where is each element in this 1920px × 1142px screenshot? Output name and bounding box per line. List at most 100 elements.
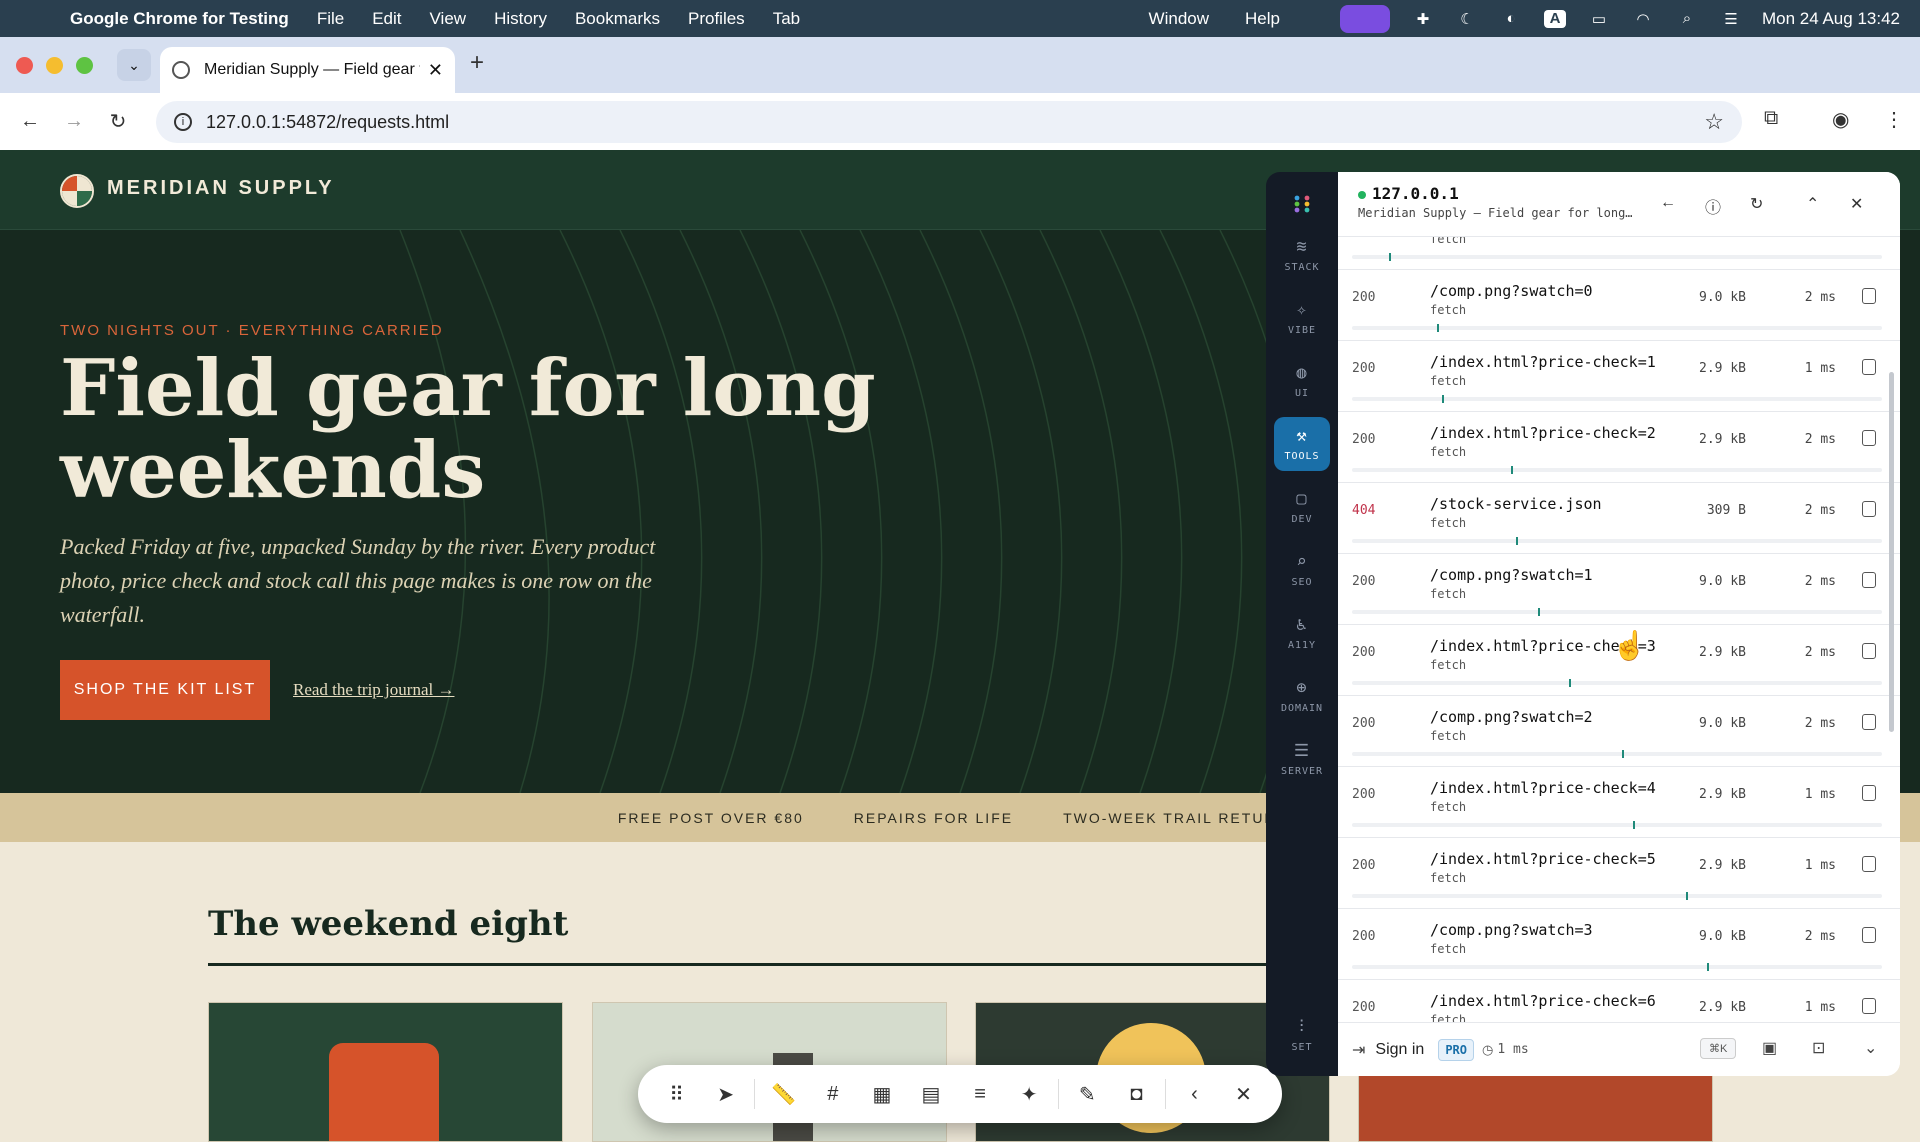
copy-icon[interactable] bbox=[1862, 572, 1876, 588]
close-panel-icon[interactable]: ✕ bbox=[1850, 194, 1863, 214]
camera-icon[interactable]: ◘ bbox=[1112, 1074, 1161, 1114]
numbered-list-icon[interactable]: ≡ bbox=[956, 1074, 1005, 1114]
copy-icon[interactable] bbox=[1862, 501, 1876, 517]
new-tab-plus-icon[interactable]: + bbox=[470, 49, 484, 77]
rail-dev[interactable]: ▢ DEV bbox=[1274, 480, 1330, 534]
request-row[interactable]: 200/comp.png?swatch=3 fetch 9.0 kB 2 ms bbox=[1338, 909, 1900, 980]
site-info-icon[interactable]: i bbox=[174, 113, 192, 131]
moon-icon[interactable]: ☾ bbox=[1456, 10, 1478, 28]
rail-a11y[interactable]: ♿ A11Y bbox=[1274, 606, 1330, 660]
address-url[interactable]: 127.0.0.1:54872/requests.html bbox=[206, 112, 1704, 133]
meridian-logo-icon[interactable] bbox=[60, 174, 94, 208]
request-row[interactable]: 200/index.html?price-check=1 fetch 2.9 kB 1… bbox=[1338, 341, 1900, 412]
request-row[interactable]: 200/index.html?price-check=6 fetch 2.9 kB 1… bbox=[1338, 980, 1900, 1022]
back-arrow-icon[interactable]: ← bbox=[8, 110, 52, 133]
browser-tab-active[interactable]: Meridian Supply — Field gear for long we… bbox=[160, 47, 455, 93]
request-list-scrollbar[interactable] bbox=[1889, 372, 1894, 732]
dock-window-icon[interactable]: ⊡ bbox=[1812, 1038, 1825, 1058]
request-row[interactable]: 200/index.html?price-check=5 fetch 2.9 kB 1… bbox=[1338, 838, 1900, 909]
tab-search-chevron-icon[interactable]: ⌄ bbox=[117, 49, 151, 81]
bookmark-star-icon[interactable]: ☆ bbox=[1704, 109, 1724, 135]
window-minimize-icon[interactable] bbox=[46, 57, 63, 74]
extension-puzzle-icon[interactable]: ✚ bbox=[1412, 10, 1434, 28]
menu-window[interactable]: Window bbox=[1149, 9, 1209, 29]
collapse-chevron-icon[interactable]: ‹ bbox=[1170, 1074, 1219, 1114]
panel-layout-icon[interactable]: ▣ bbox=[1762, 1038, 1777, 1058]
brand-name[interactable]: MERIDIAN SUPPLY bbox=[107, 177, 335, 200]
product-card-1[interactable] bbox=[208, 1002, 563, 1142]
request-row[interactable]: 200/comp.png?swatch=2 fetch 9.0 kB 2 ms bbox=[1338, 696, 1900, 767]
request-row[interactable]: 200/comp.png?swatch=1 fetch 9.0 kB 2 ms bbox=[1338, 554, 1900, 625]
copy-icon[interactable] bbox=[1862, 998, 1876, 1014]
reload-icon[interactable]: ↻ bbox=[96, 109, 140, 134]
copy-icon[interactable] bbox=[1862, 288, 1876, 304]
shop-kit-list-button[interactable]: SHOP THE KIT LIST bbox=[60, 660, 270, 720]
layout-grid-icon[interactable]: ▦ bbox=[857, 1074, 906, 1114]
control-center-icon[interactable]: ☰ bbox=[1720, 10, 1742, 28]
forward-arrow-icon[interactable]: → bbox=[52, 110, 96, 133]
menu-help[interactable]: Help bbox=[1245, 9, 1280, 29]
copy-icon[interactable] bbox=[1862, 643, 1876, 659]
command-shortcut[interactable]: ⌘K bbox=[1700, 1038, 1737, 1059]
screen-share-icon[interactable] bbox=[1339, 4, 1390, 33]
sync-icon[interactable]: ◐ bbox=[1500, 10, 1522, 28]
sign-in-icon[interactable]: ⇥ bbox=[1352, 1040, 1365, 1060]
trip-journal-link[interactable]: Read the trip journal → bbox=[293, 680, 454, 700]
request-row[interactable]: 404/stock-service.json fetch 309 B 2 ms bbox=[1338, 483, 1900, 554]
select-cursor-icon[interactable]: ➤ bbox=[701, 1074, 750, 1114]
expand-chevron-icon[interactable]: ⌄ bbox=[1864, 1038, 1877, 1058]
table-icon[interactable]: ▤ bbox=[906, 1074, 955, 1114]
profile-avatar-icon[interactable]: ◉ bbox=[1832, 107, 1849, 132]
menubar-clock[interactable]: Mon 24 Aug 13:42 bbox=[1762, 9, 1900, 29]
window-close-icon[interactable] bbox=[16, 57, 33, 74]
menu-profiles[interactable]: Profiles bbox=[688, 9, 745, 29]
request-row[interactable]: 200/index.html?price-check=4 fetch 2.9 kB 1… bbox=[1338, 767, 1900, 838]
menu-view[interactable]: View bbox=[430, 9, 467, 29]
copy-icon[interactable] bbox=[1862, 927, 1876, 943]
copy-icon[interactable] bbox=[1862, 785, 1876, 801]
rail-server[interactable]: ☰ SERVER bbox=[1274, 732, 1330, 786]
menu-file[interactable]: File bbox=[317, 9, 344, 29]
copy-icon[interactable] bbox=[1862, 430, 1876, 446]
spotlight-search-icon[interactable]: ⌕ bbox=[1676, 10, 1698, 28]
menu-app-name[interactable]: Google Chrome for Testing bbox=[70, 9, 289, 29]
request-row[interactable]: 200/index.html?price-check-0fetch2.9 kB2… bbox=[1338, 237, 1900, 270]
menu-history[interactable]: History bbox=[494, 9, 547, 29]
pro-badge[interactable]: PRO bbox=[1438, 1038, 1475, 1061]
request-row[interactable]: 200/comp.png?swatch=0 fetch 9.0 kB 2 ms bbox=[1338, 270, 1900, 341]
extensions-icon[interactable]: ⧉ bbox=[1764, 107, 1778, 130]
input-source-icon[interactable]: A bbox=[1543, 9, 1566, 28]
collapse-up-icon[interactable]: ⌃ bbox=[1806, 194, 1819, 214]
wifi-icon[interactable]: ◠ bbox=[1632, 10, 1654, 28]
copy-icon[interactable] bbox=[1862, 856, 1876, 872]
ruler-icon[interactable]: 📏 bbox=[759, 1074, 808, 1114]
battery-icon[interactable]: ▭ bbox=[1588, 10, 1610, 28]
address-bar[interactable]: i 127.0.0.1:54872/requests.html ☆ bbox=[156, 101, 1742, 143]
tab-close-icon[interactable]: ✕ bbox=[428, 60, 443, 81]
drag-handle-icon[interactable]: ⠿ bbox=[652, 1074, 701, 1114]
copy-icon[interactable] bbox=[1862, 359, 1876, 375]
window-maximize-icon[interactable] bbox=[76, 57, 93, 74]
rail-vibe[interactable]: ✧ VIBE bbox=[1274, 291, 1330, 345]
extension-logo-icon[interactable] bbox=[1290, 192, 1314, 216]
rail-ui[interactable]: ◍ UI bbox=[1274, 354, 1330, 408]
menu-tab[interactable]: Tab bbox=[773, 9, 800, 29]
grid-hash-icon[interactable]: # bbox=[808, 1074, 857, 1114]
rail-domain[interactable]: ⊕ DOMAIN bbox=[1274, 669, 1330, 723]
more-menu-icon[interactable]: ⋮ bbox=[1884, 107, 1904, 132]
rail-stack[interactable]: ≋ STACK bbox=[1274, 228, 1330, 282]
request-row[interactable]: 200/index.html?price-check=2 fetch 2.9 kB 2… bbox=[1338, 412, 1900, 483]
close-toolbar-icon[interactable]: ✕ bbox=[1219, 1074, 1268, 1114]
rail-settings[interactable]: ⫶ SET bbox=[1274, 1008, 1330, 1062]
menu-edit[interactable]: Edit bbox=[372, 9, 401, 29]
info-icon[interactable]: ⓘ bbox=[1705, 194, 1721, 218]
rail-seo[interactable]: ⌕ SEO bbox=[1274, 543, 1330, 597]
menu-bookmarks[interactable]: Bookmarks bbox=[575, 9, 660, 29]
sparkle-icon[interactable]: ✦ bbox=[1005, 1074, 1054, 1114]
copy-icon[interactable] bbox=[1862, 714, 1876, 730]
refresh-icon[interactable]: ↻ bbox=[1750, 194, 1763, 214]
back-arrow-icon[interactable]: ← bbox=[1660, 194, 1676, 212]
eyedropper-icon[interactable]: ✎ bbox=[1063, 1074, 1112, 1114]
rail-tools[interactable]: ⚒ TOOLS bbox=[1274, 417, 1330, 471]
sign-in-link[interactable]: Sign in bbox=[1375, 1041, 1424, 1059]
